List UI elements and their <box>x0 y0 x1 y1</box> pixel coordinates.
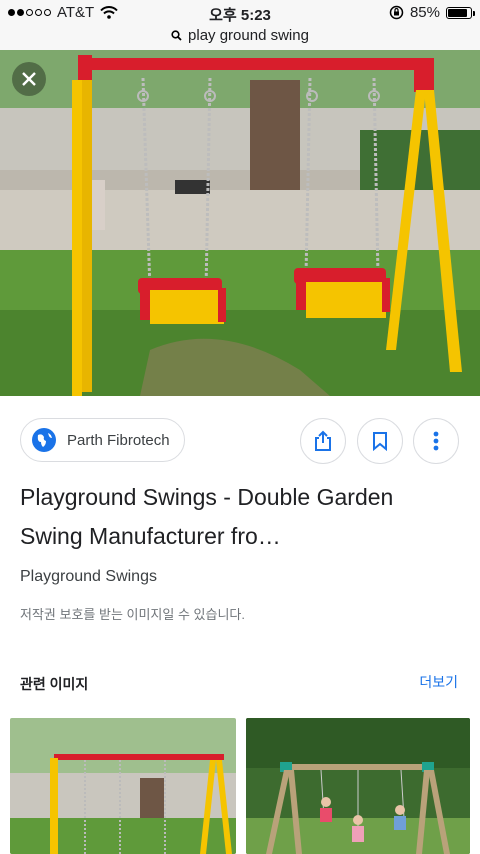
search-query: play ground swing <box>188 27 309 44</box>
related-images-heading: 관련 이미지 <box>20 676 89 692</box>
close-icon <box>22 72 36 86</box>
rotation-lock-icon <box>389 5 404 20</box>
globe-icon <box>32 428 56 452</box>
wooden-swing-thumbnail-image <box>246 718 470 854</box>
status-bar: AT&T 오후 5:23 85% <box>0 0 480 26</box>
copyright-notice: 저작권 보호를 받는 이미지일 수 있습니다. <box>20 607 245 622</box>
url-bar[interactable]: play ground swing <box>0 26 480 50</box>
source-name: Parth Fibrotech <box>67 431 170 449</box>
search-icon <box>171 30 182 41</box>
swing-set-photo <box>0 50 480 396</box>
source-chip[interactable]: Parth Fibrotech <box>20 418 185 462</box>
share-icon <box>315 430 331 451</box>
more-options-button[interactable] <box>413 418 459 464</box>
hero-image[interactable] <box>0 50 480 396</box>
save-button[interactable] <box>357 418 403 464</box>
more-link[interactable]: 더보기 <box>419 672 458 692</box>
related-image-thumbnail[interactable] <box>10 718 236 854</box>
result-subtitle: Playground Swings <box>20 568 157 585</box>
related-image-thumbnail[interactable] <box>246 718 470 854</box>
swing-thumbnail-image <box>10 718 236 854</box>
close-button[interactable] <box>12 62 46 96</box>
bookmark-icon <box>373 432 387 451</box>
battery-group: 85% <box>389 4 475 21</box>
battery-percent: 85% <box>409 4 440 21</box>
battery-icon <box>446 6 475 19</box>
result-title[interactable]: Playground Swings - Double Garden Swing … <box>20 478 460 556</box>
more-vert-icon <box>433 431 439 451</box>
share-button[interactable] <box>300 418 346 464</box>
